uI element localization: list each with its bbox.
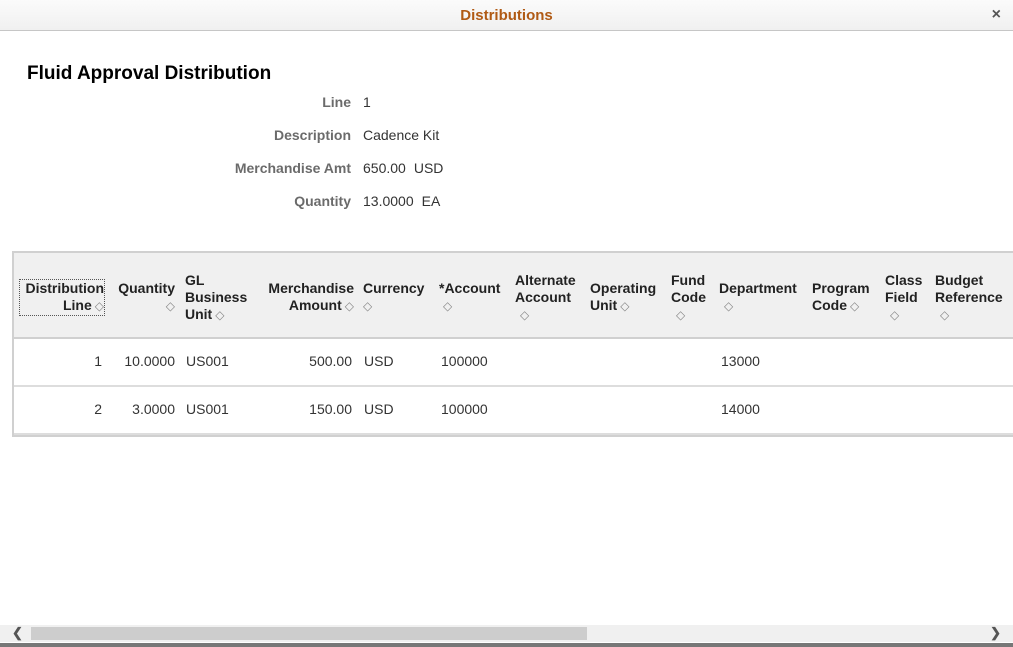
- cell-account: 100000: [441, 401, 488, 417]
- currency-value: USD: [413, 160, 444, 176]
- header-text: Business: [185, 289, 248, 305]
- header-text: Distribution: [25, 280, 104, 296]
- distribution-grid: Distribution Line ◇ Quantity ◇ GL Busines…: [12, 251, 1013, 437]
- page-title: Fluid Approval Distribution: [27, 63, 272, 84]
- sort-icon[interactable]: ◇: [520, 307, 529, 324]
- sort-icon[interactable]: ◇: [443, 298, 452, 315]
- field-line: Line 1: [0, 94, 500, 114]
- field-description: Description Cadence Kit: [0, 127, 500, 147]
- uom-value: EA: [421, 193, 441, 209]
- column-header-account[interactable]: *Account ◇: [439, 280, 511, 315]
- column-header-merchandise-amount[interactable]: Merchandise Amount ◇: [258, 280, 354, 315]
- header-text: Unit: [185, 306, 213, 322]
- field-label: Merchandise Amt: [234, 160, 351, 176]
- sort-icon[interactable]: ◇: [850, 298, 859, 315]
- amount-value: 650.00: [363, 160, 406, 176]
- column-header-currency[interactable]: Currency ◇: [363, 280, 433, 315]
- sort-icon[interactable]: ◇: [890, 307, 899, 324]
- scrollbar-thumb[interactable]: [31, 627, 587, 640]
- dialog-titlebar: Distributions ×: [0, 0, 1013, 31]
- quantity-value: 13.0000: [363, 193, 414, 209]
- cell-quantity: 3.0000: [132, 401, 175, 417]
- table-row: 2 3.0000 US001 150.00 USD 100000 14000: [14, 387, 1013, 435]
- column-header-class-field[interactable]: Class Field ◇: [885, 272, 929, 324]
- field-value: 1: [363, 94, 371, 110]
- header-text: Class: [885, 272, 923, 288]
- scroll-left-icon[interactable]: ❮: [12, 625, 23, 641]
- field-value: Cadence Kit: [363, 127, 439, 143]
- sort-icon[interactable]: ◇: [345, 298, 354, 315]
- line-value: 1: [363, 94, 371, 110]
- sort-icon[interactable]: ◇: [166, 298, 175, 315]
- header-text: Account: [515, 289, 571, 305]
- column-header-operating-unit[interactable]: Operating Unit ◇: [590, 280, 664, 315]
- sort-icon[interactable]: ◇: [363, 298, 372, 315]
- cell-merchandise-amount: 500.00: [309, 353, 352, 369]
- sort-icon[interactable]: ◇: [620, 298, 629, 315]
- cell-gl-business-unit: US001: [186, 401, 229, 417]
- header-text: Program: [812, 280, 870, 296]
- header-text: Unit: [590, 297, 618, 313]
- field-label: Description: [273, 127, 351, 143]
- header-text: Code: [812, 297, 847, 313]
- column-header-department[interactable]: Department ◇: [719, 280, 809, 315]
- header-text: Alternate: [515, 272, 576, 288]
- header-text: Currency: [363, 280, 425, 296]
- cell-department: 13000: [721, 353, 760, 369]
- sort-icon[interactable]: ◇: [95, 298, 104, 315]
- column-header-gl-business-unit[interactable]: GL Business Unit ◇: [185, 272, 255, 324]
- header-text: Code: [671, 289, 706, 305]
- header-text: Budget: [935, 272, 984, 288]
- header-text: Quantity: [118, 280, 175, 296]
- sort-icon[interactable]: ◇: [676, 307, 685, 324]
- horizontal-scrollbar[interactable]: ❮ ❯: [0, 625, 1013, 642]
- cell-gl-business-unit: US001: [186, 353, 229, 369]
- column-header-alternate-account[interactable]: Alternate Account ◇: [515, 272, 585, 324]
- cell-department: 14000: [721, 401, 760, 417]
- header-text: Merchandise: [268, 280, 354, 296]
- header-text: Line: [62, 297, 92, 313]
- cell-distribution-line: 1: [94, 353, 102, 369]
- table-row: 1 10.0000 US001 500.00 USD 100000 13000: [14, 339, 1013, 387]
- column-header-distribution-line[interactable]: Distribution Line ◇: [19, 279, 105, 316]
- field-value: 650.00 USD: [363, 160, 443, 176]
- sort-icon[interactable]: ◇: [940, 307, 949, 324]
- field-merchandise-amt: Merchandise Amt 650.00 USD: [0, 160, 500, 180]
- header-text: GL: [185, 272, 205, 288]
- field-label: Quantity: [294, 193, 351, 209]
- dialog-title: Distributions: [460, 7, 553, 24]
- description-value: Cadence Kit: [363, 127, 440, 143]
- dialog-bottom-border: [0, 643, 1013, 647]
- header-text: Fund: [671, 272, 706, 288]
- field-label: Line: [322, 94, 351, 110]
- column-header-fund-code[interactable]: Fund Code ◇: [671, 272, 713, 324]
- field-value: 13.0000 EA: [363, 193, 440, 209]
- column-header-program-code[interactable]: Program Code ◇: [812, 280, 878, 315]
- cell-distribution-line: 2: [94, 401, 102, 417]
- cell-quantity: 10.0000: [124, 353, 175, 369]
- grid-header: Distribution Line ◇ Quantity ◇ GL Busines…: [14, 253, 1013, 339]
- field-quantity: Quantity 13.0000 EA: [0, 193, 500, 213]
- header-text: Operating: [590, 280, 657, 296]
- scroll-right-icon[interactable]: ❯: [990, 625, 1001, 641]
- header-text: Field: [885, 289, 918, 305]
- column-header-budget-reference[interactable]: Budget Reference ◇: [935, 272, 1013, 324]
- header-text: Reference: [935, 289, 1003, 305]
- cell-account: 100000: [441, 353, 488, 369]
- header-text: *Account: [439, 280, 501, 296]
- sort-icon[interactable]: ◇: [215, 307, 224, 324]
- header-text: Amount: [288, 297, 342, 313]
- cell-currency: USD: [364, 401, 394, 417]
- cell-merchandise-amount: 150.00: [309, 401, 352, 417]
- column-header-quantity[interactable]: Quantity ◇: [113, 280, 175, 315]
- cell-currency: USD: [364, 353, 394, 369]
- sort-icon[interactable]: ◇: [724, 298, 733, 315]
- close-icon[interactable]: ×: [992, 6, 1001, 24]
- header-text: Department: [719, 280, 797, 296]
